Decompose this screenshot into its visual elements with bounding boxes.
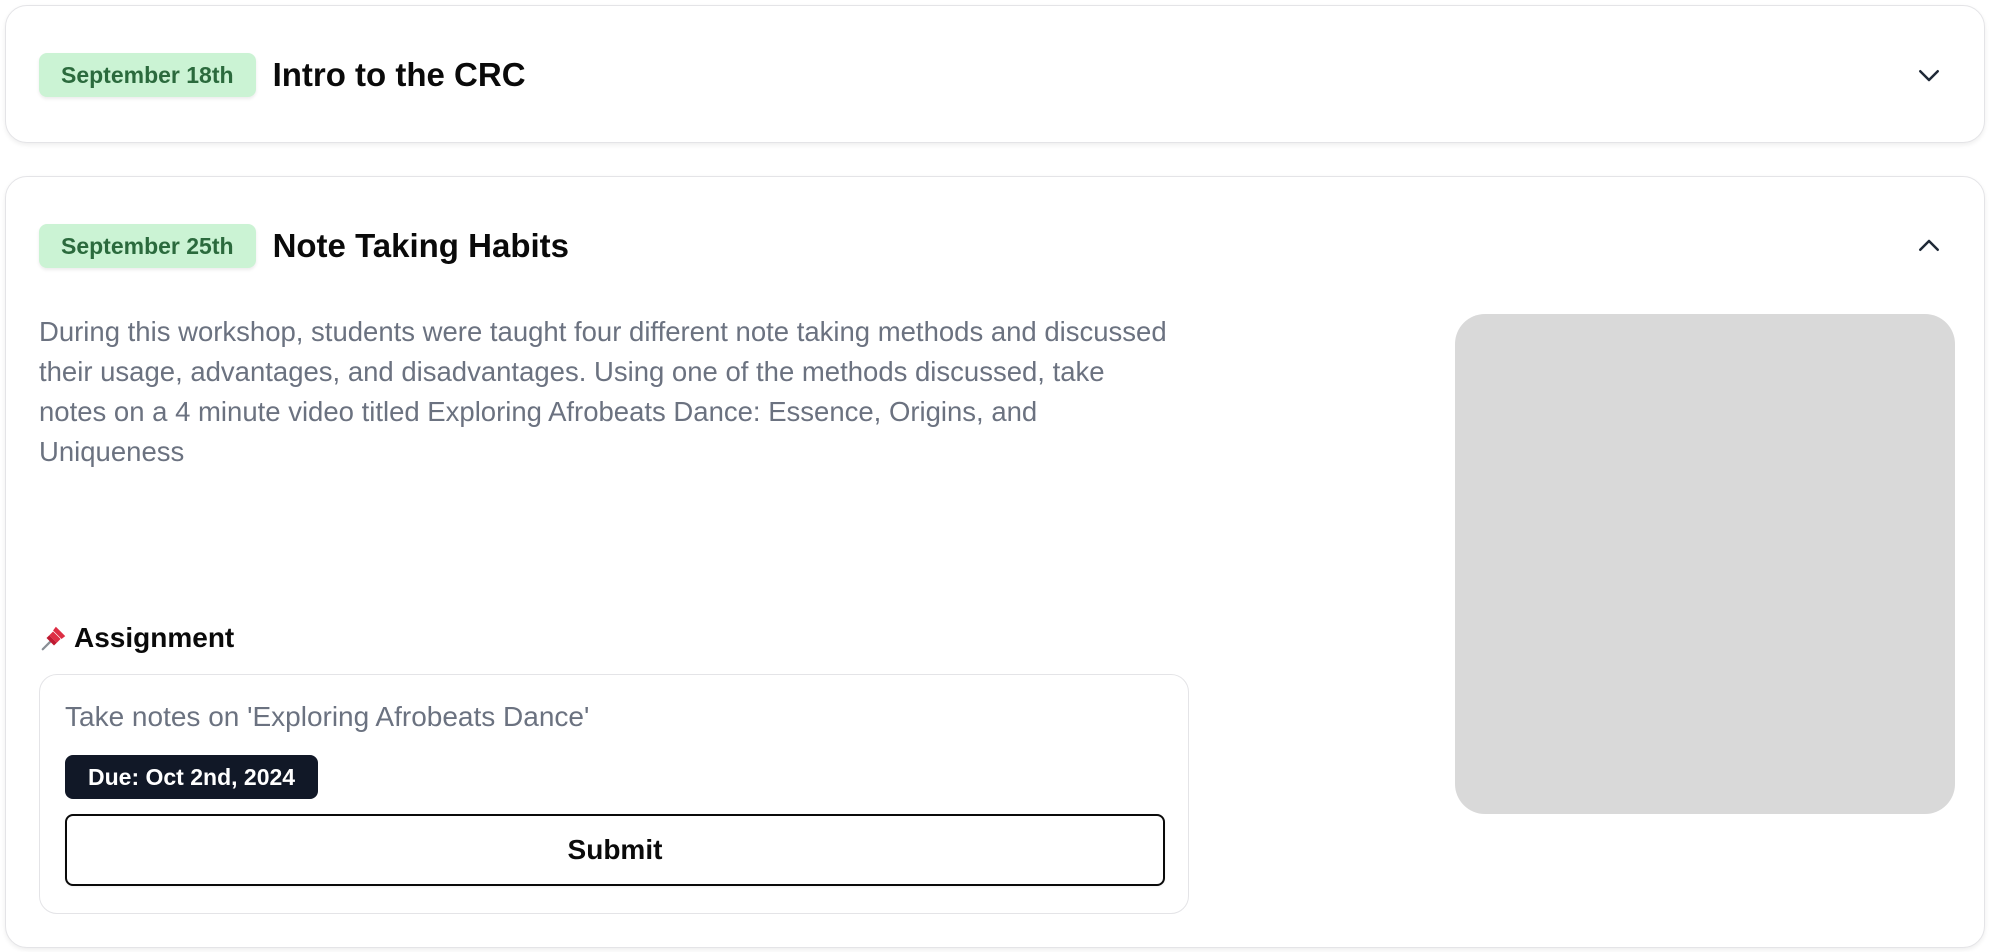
session-card-september-18th: September 18th Intro to the CRC bbox=[5, 5, 1985, 143]
session-header[interactable]: September 18th Intro to the CRC bbox=[39, 52, 1944, 98]
assignment-name: Take notes on 'Exploring Afrobeats Dance… bbox=[65, 701, 590, 732]
pushpin-icon bbox=[41, 626, 66, 651]
workshop-list: September 18th Intro to the CRC Septembe… bbox=[0, 0, 1992, 952]
session-date-badge: September 18th bbox=[39, 53, 256, 97]
session-title: Intro to the CRC bbox=[272, 56, 526, 93]
session-description: During this workshop, students were taug… bbox=[39, 316, 1167, 467]
chevron-down-icon[interactable] bbox=[1914, 60, 1944, 90]
session-date-badge: September 25th bbox=[39, 224, 256, 268]
due-date-badge: Due: Oct 2nd, 2024 bbox=[65, 755, 319, 799]
submit-button[interactable]: Submit bbox=[65, 814, 1165, 886]
assignment-card: Take notes on 'Exploring Afrobeats Dance… bbox=[39, 674, 1189, 914]
session-header[interactable]: September 25th Note Taking Habits bbox=[39, 223, 1944, 269]
session-title: Note Taking Habits bbox=[272, 227, 569, 264]
assignment-heading: Assignment bbox=[39, 620, 234, 656]
chevron-up-icon[interactable] bbox=[1914, 231, 1944, 261]
session-card-september-25th: September 25th Note Taking Habits During… bbox=[5, 176, 1985, 948]
media-placeholder bbox=[1455, 314, 1955, 814]
assignment-heading-label: Assignment bbox=[74, 622, 235, 653]
